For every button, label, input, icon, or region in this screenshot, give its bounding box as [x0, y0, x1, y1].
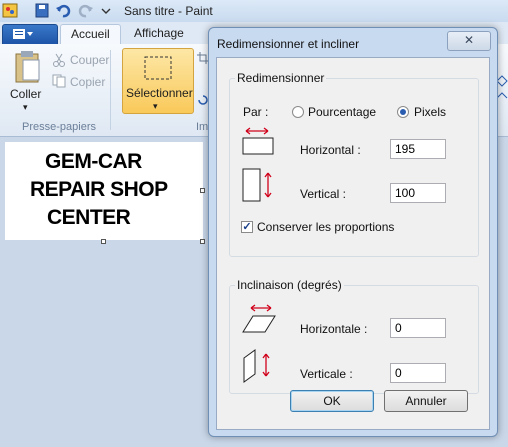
paste-icon[interactable] [13, 50, 43, 84]
skew-vertical-input[interactable] [390, 363, 446, 383]
canvas-text-line-3: CENTER [47, 206, 131, 229]
select-dropdown-arrow-icon: ▾ [153, 101, 158, 111]
skew-horizontal-input[interactable] [390, 318, 446, 338]
resize-horizontal-input[interactable] [390, 139, 446, 159]
skew-group: Inclinaison (degrés) Horizontale : Verti… [229, 278, 479, 394]
resize-vertical-label: Vertical : [300, 187, 347, 201]
title-bar: Sans titre - Paint [0, 0, 508, 23]
skew-horizontal-label: Horizontale : [300, 322, 368, 336]
cut-button[interactable]: Couper [70, 53, 109, 67]
copy-button[interactable]: Copier [70, 75, 105, 89]
horizontal-resize-icon [242, 127, 274, 155]
copy-icon [52, 74, 66, 88]
redo-icon[interactable] [78, 3, 94, 18]
resize-handle-right[interactable] [200, 188, 205, 193]
horizontal-skew-icon [242, 304, 276, 333]
resize-handle-bottom[interactable] [101, 239, 106, 244]
select-button-label: Sélectionner [126, 86, 193, 100]
pixels-radio[interactable] [397, 106, 409, 118]
resize-vertical-input[interactable] [390, 183, 446, 203]
drawing-canvas[interactable]: GEM-CAR REPAIR SHOP CENTER [5, 142, 203, 240]
keep-ratio-label[interactable]: Conserver les proportions [257, 220, 394, 234]
resize-group: Redimensionner Par : Pourcentage Pixels … [229, 71, 479, 257]
skew-vertical-label: Verticale : [300, 367, 353, 381]
vertical-resize-icon [242, 168, 272, 202]
scissors-icon [53, 53, 65, 67]
canvas-text-line-2: REPAIR SHOP [30, 178, 168, 201]
resize-group-legend: Redimensionner [237, 71, 325, 85]
canvas-text-line-1: GEM-CAR [45, 150, 142, 173]
close-button[interactable]: ✕ [447, 31, 491, 51]
pixels-label[interactable]: Pixels [414, 105, 446, 119]
ribbon-group-separator [110, 50, 111, 130]
resize-skew-dialog: Redimensionner et incliner ✕ Redimension… [208, 27, 498, 437]
percent-radio[interactable] [292, 106, 304, 118]
skew-group-legend: Inclinaison (degrés) [237, 278, 342, 292]
paste-button-label[interactable]: Coller [10, 87, 41, 101]
undo-icon[interactable] [55, 3, 71, 18]
clipboard-group-label: Presse-papiers [22, 121, 96, 133]
window-title: Sans titre - Paint [124, 4, 213, 18]
resize-handle-corner[interactable] [200, 239, 205, 244]
keep-ratio-checkbox[interactable]: ✓ [241, 221, 253, 233]
vertical-skew-icon [243, 349, 270, 383]
by-label: Par : [243, 105, 269, 119]
dialog-title: Redimensionner et incliner [217, 37, 360, 51]
dialog-body: Redimensionner Par : Pourcentage Pixels … [216, 57, 490, 430]
ok-button[interactable]: OK [290, 390, 374, 412]
save-icon[interactable] [34, 3, 50, 18]
selection-rectangle-icon [144, 56, 172, 80]
tab-view[interactable]: Affichage [124, 24, 194, 43]
customize-toolbar-chevron-icon[interactable] [98, 3, 114, 18]
file-menu-button[interactable] [2, 24, 58, 45]
menu-icon [13, 29, 33, 39]
cancel-button[interactable]: Annuler [384, 390, 468, 412]
paint-app-icon[interactable] [2, 3, 18, 18]
select-button[interactable]: Sélectionner ▾ [122, 48, 194, 114]
paste-dropdown-arrow-icon[interactable]: ▾ [23, 102, 28, 113]
image-group-label: Im [196, 121, 209, 133]
resize-horizontal-label: Horizontal : [300, 143, 361, 157]
tab-home[interactable]: Accueil [60, 24, 121, 44]
percent-label[interactable]: Pourcentage [308, 105, 376, 119]
